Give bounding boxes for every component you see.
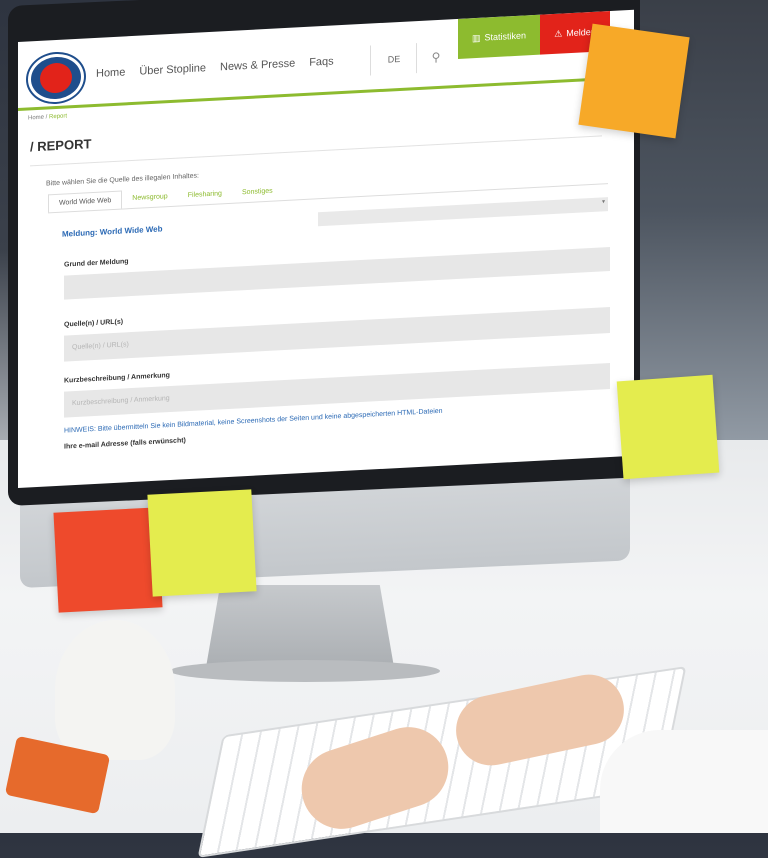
breadcrumb-home[interactable]: Home bbox=[28, 115, 44, 122]
chart-icon: ▥ bbox=[471, 32, 481, 43]
description-textarea[interactable]: Kurzbeschreibung / Anmerkung bbox=[64, 362, 610, 418]
email-label: Ihre e-mail Adresse (falls erwünscht) bbox=[64, 437, 186, 451]
breadcrumb: Home / Report bbox=[28, 113, 67, 121]
sticky-note-yellow-right bbox=[616, 374, 720, 480]
source-tabs: World Wide Web Newsgroup Filesharing Son… bbox=[48, 182, 283, 213]
report-type-select[interactable] bbox=[318, 197, 608, 227]
form-section-title: Meldung: World Wide Web bbox=[62, 224, 163, 239]
description-label: Kurzbeschreibung / Anmerkung bbox=[64, 372, 170, 385]
source-label: Quelle(n) / URL(s) bbox=[64, 318, 124, 329]
sticky-note-red bbox=[53, 507, 163, 613]
sticky-note-yellow-left bbox=[147, 489, 257, 597]
divider bbox=[30, 135, 602, 167]
hand-logo-icon bbox=[40, 62, 72, 94]
source-intro-text: Bitte wählen Sie die Quelle des illegale… bbox=[46, 172, 199, 188]
reason-field[interactable] bbox=[64, 246, 610, 300]
alert-icon: ⚠ bbox=[554, 27, 563, 39]
search-icon: ⚲ bbox=[431, 49, 441, 65]
statistics-button[interactable]: ▥ Statistiken bbox=[458, 14, 540, 59]
search-button[interactable]: ⚲ bbox=[416, 41, 455, 74]
nav-faqs[interactable]: Faqs bbox=[309, 55, 333, 68]
monitor-screen: Home Über Stopline News & Presse Faqs DE… bbox=[18, 9, 634, 489]
language-selector[interactable]: DE bbox=[370, 43, 417, 76]
nav-about[interactable]: Über Stopline bbox=[139, 62, 206, 77]
sleeve bbox=[600, 730, 768, 833]
desk-figurine bbox=[55, 620, 175, 760]
stopline-logo[interactable] bbox=[28, 52, 84, 104]
page-title: / REPORT bbox=[30, 136, 92, 155]
description-placeholder: Kurzbeschreibung / Anmerkung bbox=[72, 395, 170, 408]
source-url-input[interactable]: Quelle(n) / URL(s) bbox=[64, 306, 610, 362]
sticky-note-orange bbox=[578, 23, 690, 139]
nav-news[interactable]: News & Presse bbox=[220, 57, 295, 73]
source-url-placeholder: Quelle(n) / URL(s) bbox=[72, 341, 129, 352]
main-nav: Home Über Stopline News & Presse Faqs bbox=[96, 55, 334, 79]
nav-home[interactable]: Home bbox=[96, 66, 125, 80]
reason-label: Grund der Meldung bbox=[64, 258, 129, 269]
breadcrumb-current: Report bbox=[49, 113, 68, 121]
monitor-stand-base bbox=[170, 660, 440, 682]
statistics-label: Statistiken bbox=[484, 30, 527, 43]
